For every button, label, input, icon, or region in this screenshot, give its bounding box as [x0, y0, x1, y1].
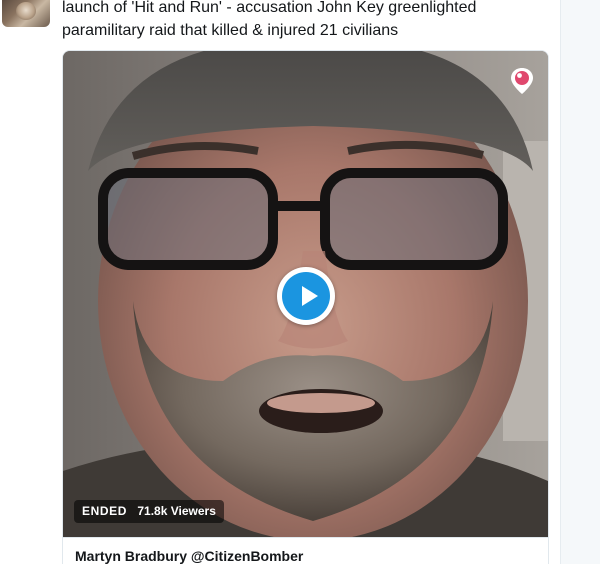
periscope-icon [510, 67, 534, 95]
play-button[interactable] [277, 267, 335, 325]
ended-label: ENDED [82, 504, 128, 518]
video-thumbnail[interactable]: ENDED 71.8k Viewers [63, 51, 548, 537]
card-author-name[interactable]: Martyn Bradbury @CitizenBomber [75, 548, 303, 564]
avatar-face [16, 2, 36, 20]
right-sidebar-gutter [560, 0, 600, 564]
play-icon [282, 272, 330, 320]
tweet-text-line-1: launch of 'Hit and Run' - accusation Joh… [62, 0, 477, 16]
viewer-count: 71.8k Viewers [137, 504, 216, 518]
avatar[interactable] [2, 0, 50, 27]
tweet-text: launch of 'Hit and Run' - accusation Joh… [62, 0, 552, 42]
page: launch of 'Hit and Run' - accusation Joh… [0, 0, 600, 564]
card-footer[interactable]: Martyn Bradbury @CitizenBomber [63, 537, 548, 564]
tweet-text-line-2: paramilitary raid that killed & injured … [62, 22, 399, 39]
broadcast-status-badge: ENDED 71.8k Viewers [74, 500, 224, 523]
periscope-media-card[interactable]: ENDED 71.8k Viewers Martyn Bradbury @Cit… [62, 50, 549, 564]
